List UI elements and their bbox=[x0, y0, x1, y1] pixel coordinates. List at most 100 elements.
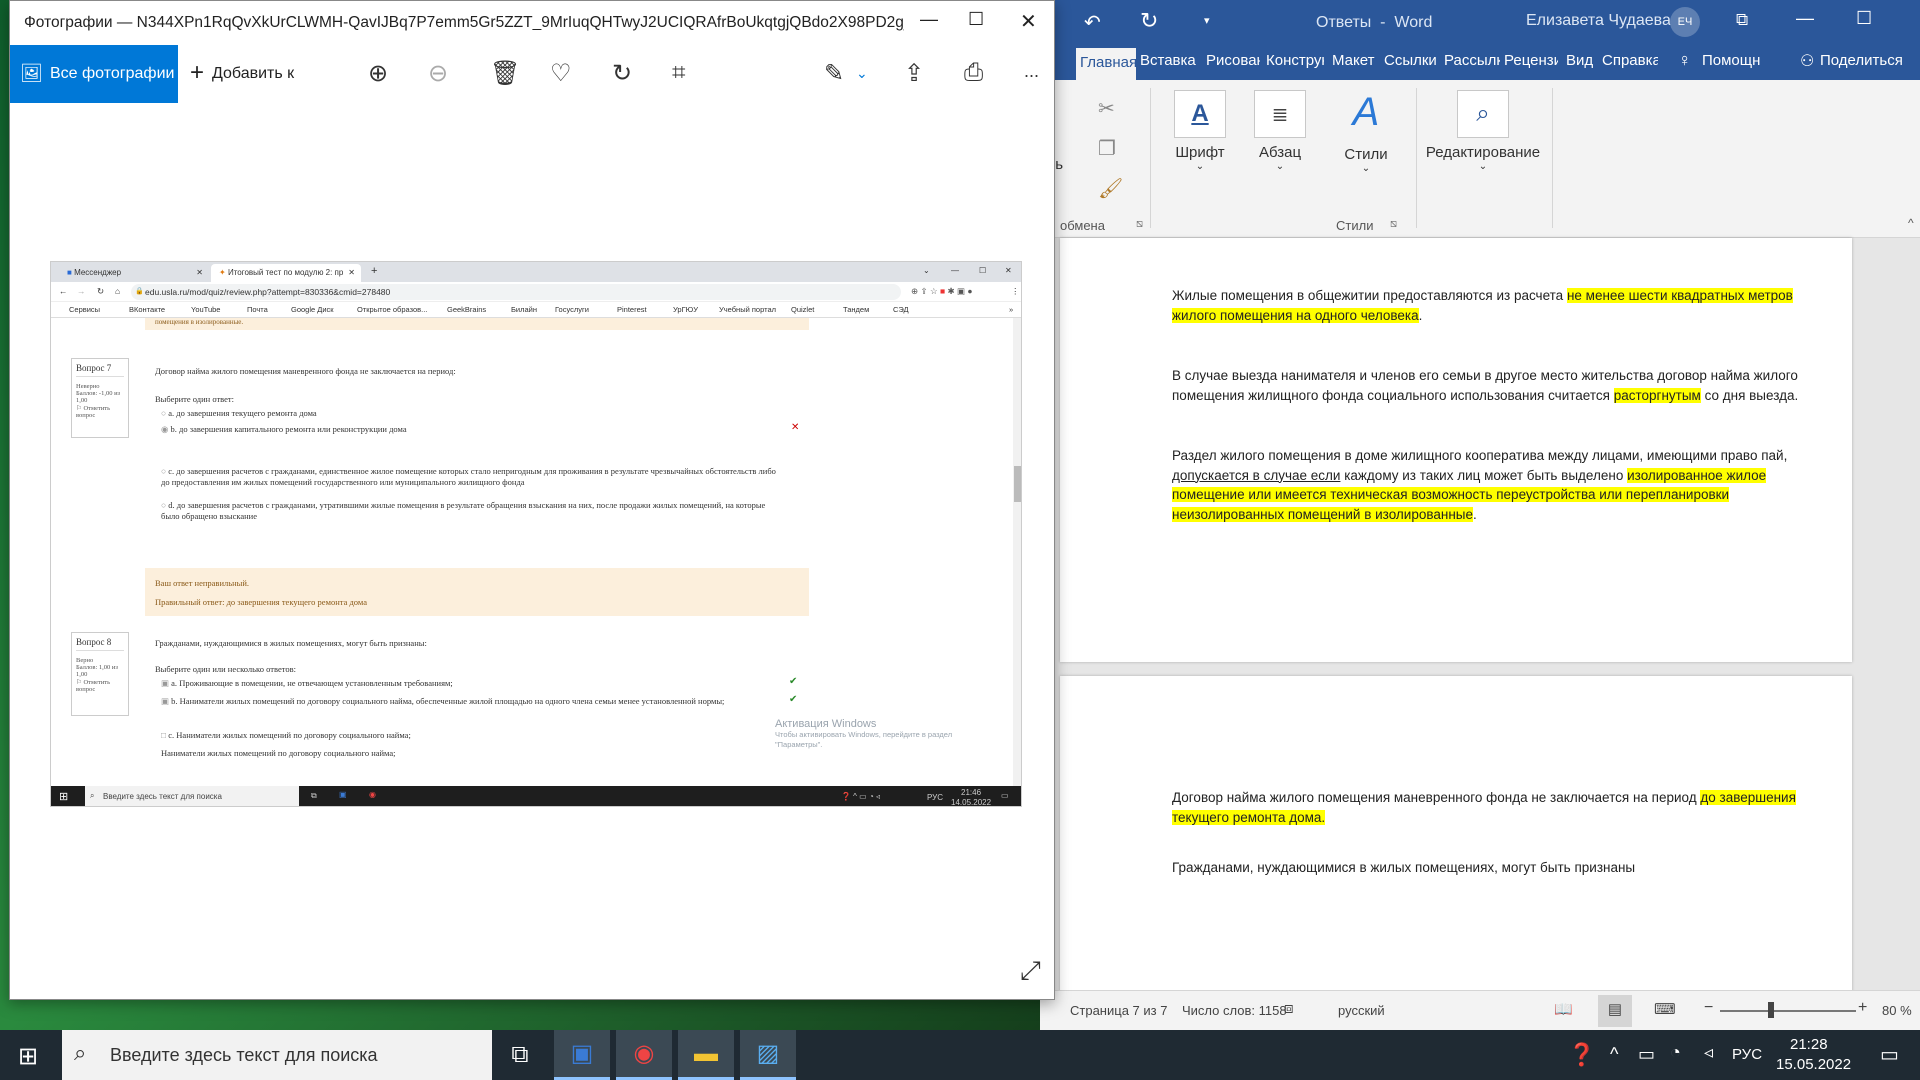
radio-button[interactable]: ○ bbox=[161, 466, 166, 476]
browser-tab[interactable]: ■ Мессенджер ✕ bbox=[59, 264, 209, 282]
show-hidden-icons[interactable]: ^ bbox=[1610, 1044, 1618, 1065]
tab-view[interactable]: Вид bbox=[1566, 52, 1596, 69]
fullscreen-icon[interactable]: ⤢ bbox=[1020, 955, 1041, 987]
zoom-slider[interactable] bbox=[1720, 1010, 1856, 1012]
paragraph[interactable]: Жилые помещения в общежитии предоставляю… bbox=[1172, 286, 1800, 325]
more-options-icon[interactable]: ... bbox=[1024, 61, 1039, 82]
language-indicator[interactable]: РУС bbox=[1732, 1046, 1762, 1063]
flag-question[interactable]: ⚐ Отметить вопрос bbox=[76, 404, 124, 419]
tab-draw[interactable]: Рисование bbox=[1206, 52, 1260, 69]
styles-launcher-icon[interactable]: ⧅ bbox=[1390, 218, 1397, 231]
minimize-icon[interactable]: — bbox=[951, 266, 959, 275]
bookmark-item[interactable]: Учебный портал bbox=[719, 305, 776, 314]
paragraph[interactable]: Договор найма жилого помещения маневренн… bbox=[1172, 788, 1800, 827]
user-avatar[interactable]: ЕЧ bbox=[1670, 7, 1700, 37]
answer-option[interactable]: ▣ a. Проживающие в помещении, не отвечаю… bbox=[161, 678, 453, 689]
reload-icon[interactable]: ↻ bbox=[97, 286, 104, 297]
new-tab-icon[interactable]: + bbox=[371, 265, 377, 277]
bookmark-item[interactable]: СЭД bbox=[893, 305, 909, 314]
vertical-scrollbar[interactable] bbox=[1900, 238, 1920, 990]
close-icon[interactable]: ✕ bbox=[1005, 266, 1012, 275]
back-icon[interactable]: ← bbox=[59, 286, 68, 296]
paragraph-button[interactable]: ≣ Абзац ⌄ bbox=[1250, 90, 1310, 172]
answer-option[interactable]: ○ c. до завершения расчетов с гражданами… bbox=[161, 466, 781, 488]
print-icon[interactable]: ⎙ bbox=[964, 59, 983, 87]
bookmark-item[interactable]: Открытое образов... bbox=[357, 305, 427, 314]
chrome-taskbar-icon[interactable]: ◉ bbox=[616, 1030, 672, 1080]
font-button[interactable]: A Шрифт ⌄ bbox=[1170, 90, 1230, 172]
user-name[interactable]: Елизавета Чудаева bbox=[1526, 12, 1671, 30]
answer-option[interactable]: Наниматели жилых помещений по договору с… bbox=[161, 748, 396, 759]
close-icon[interactable]: ✕ bbox=[348, 268, 355, 277]
extensions-icon[interactable]: ⊕ ⇪ ☆ ■ ✱ ▣ ● bbox=[911, 286, 972, 297]
wifi-icon[interactable]: ◔ bbox=[1670, 1042, 1681, 1063]
paragraph[interactable]: Гражданами, нуждающимися в жилых помещен… bbox=[1172, 858, 1800, 878]
flag-question[interactable]: ⚐ Отметить вопрос bbox=[76, 678, 124, 693]
word-count[interactable]: Число слов: 1158 bbox=[1182, 1003, 1287, 1018]
radio-button[interactable]: ○ bbox=[161, 500, 166, 510]
page-indicator[interactable]: Страница 7 из 7 bbox=[1070, 1003, 1167, 1018]
clipboard-launcher-icon[interactable]: ⧅ bbox=[1136, 218, 1143, 231]
print-layout-icon[interactable]: ▤ bbox=[1598, 995, 1632, 1027]
styles-button[interactable]: A Стили ⌄ bbox=[1336, 90, 1396, 174]
add-to-button[interactable]: + Добавить к bbox=[190, 45, 310, 103]
photos-taskbar-icon[interactable]: ▨ bbox=[740, 1030, 796, 1080]
minimize-icon[interactable]: — bbox=[1796, 8, 1814, 29]
bookmark-item[interactable]: GeekBrains bbox=[447, 305, 486, 314]
crop-icon[interactable]: ⌗ bbox=[672, 59, 686, 87]
answer-option[interactable]: ▣ b. Наниматели жилых помещений по догов… bbox=[161, 696, 781, 707]
document-page[interactable]: Договор найма жилого помещения маневренн… bbox=[1060, 676, 1852, 996]
notifications-icon[interactable]: ▭ bbox=[1880, 1042, 1899, 1067]
document-area[interactable]: Жилые помещения в общежитии предоставляю… bbox=[1040, 238, 1920, 996]
clock-date[interactable]: 15.05.2022 bbox=[1776, 1056, 1851, 1073]
clock-time[interactable]: 21:28 bbox=[1790, 1036, 1828, 1053]
web-layout-icon[interactable]: ⌨ bbox=[1654, 1000, 1676, 1018]
zoom-in-icon[interactable]: + bbox=[1858, 999, 1867, 1017]
maximize-icon[interactable]: ☐ bbox=[1856, 8, 1872, 29]
favorite-icon[interactable]: ♡ bbox=[550, 59, 572, 88]
word-taskbar-icon[interactable]: ▣ bbox=[554, 1030, 610, 1080]
forward-icon[interactable]: → bbox=[77, 286, 86, 296]
paragraph[interactable]: В случае выезда нанимателя и членов его … bbox=[1172, 366, 1800, 405]
answer-option[interactable]: ◉ b. до завершения капитального ремонта … bbox=[161, 424, 407, 435]
customize-qat-icon[interactable]: ▾ bbox=[1204, 14, 1210, 27]
tab-mailings[interactable]: Рассылки bbox=[1444, 52, 1500, 69]
browser-tab-active[interactable]: ✦ Итоговый тест по модулю 2: пр ✕ bbox=[211, 264, 361, 282]
zoom-level[interactable]: 80 % bbox=[1882, 1003, 1912, 1018]
answer-option[interactable]: ○ d. до завершения расчетов с гражданами… bbox=[161, 500, 781, 522]
undo-icon[interactable]: ↶ bbox=[1084, 10, 1101, 35]
tab-review[interactable]: Рецензирование bbox=[1504, 52, 1558, 69]
collapse-ribbon-icon[interactable]: ^ bbox=[1908, 216, 1914, 230]
tell-me-box[interactable]: Помощн bbox=[1702, 52, 1766, 69]
volume-icon[interactable]: ◃ bbox=[1704, 1042, 1713, 1063]
maximize-icon[interactable]: ☐ bbox=[968, 9, 984, 30]
scrollbar-thumb[interactable] bbox=[1014, 466, 1021, 502]
page-scrollbar[interactable] bbox=[1013, 318, 1021, 786]
tab-help[interactable]: Справка bbox=[1602, 52, 1658, 69]
battery-icon[interactable]: ▭ bbox=[1638, 1044, 1655, 1065]
close-icon[interactable]: ✕ bbox=[196, 268, 203, 277]
share-icon[interactable]: ⇪ bbox=[904, 59, 924, 88]
document-page[interactable]: Жилые помещения в общежитии предоставляю… bbox=[1060, 238, 1852, 662]
taskbar-search-box[interactable]: ⌕ Введите здесь текст для поиска bbox=[62, 1030, 492, 1080]
read-mode-icon[interactable]: 📖 bbox=[1554, 1000, 1573, 1018]
format-painter-icon[interactable]: 🖌 bbox=[1098, 176, 1123, 201]
all-photos-button[interactable]: 🖼 Все фотографии bbox=[10, 45, 178, 103]
home-icon[interactable]: ⌂ bbox=[115, 286, 120, 296]
proofing-icon[interactable]: ⧈ bbox=[1284, 1000, 1294, 1017]
bookmark-item[interactable]: Pinterest bbox=[617, 305, 647, 314]
radio-button[interactable]: ○ bbox=[161, 408, 166, 418]
chevron-right-icon[interactable]: » bbox=[1009, 305, 1013, 314]
minimize-icon[interactable]: — bbox=[920, 9, 938, 30]
bookmark-item[interactable]: УрГЮУ bbox=[673, 305, 698, 314]
tab-search-icon[interactable]: ⌄ bbox=[923, 266, 930, 275]
ribbon-display-icon[interactable]: ⧉ bbox=[1736, 10, 1748, 30]
zoom-out-icon[interactable]: − bbox=[1704, 999, 1713, 1017]
checkbox[interactable]: ▣ bbox=[161, 678, 169, 688]
tab-insert[interactable]: Вставка bbox=[1140, 52, 1202, 69]
windows-start-icon[interactable]: ⊞ bbox=[18, 1042, 38, 1071]
close-icon[interactable]: ✕ bbox=[1020, 9, 1037, 34]
editing-button[interactable]: ⌕ Редактирование ⌄ bbox=[1422, 90, 1544, 172]
answer-option[interactable]: ○ a. до завершения текущего ремонта дома bbox=[161, 408, 317, 419]
maximize-icon[interactable]: ☐ bbox=[979, 266, 986, 275]
